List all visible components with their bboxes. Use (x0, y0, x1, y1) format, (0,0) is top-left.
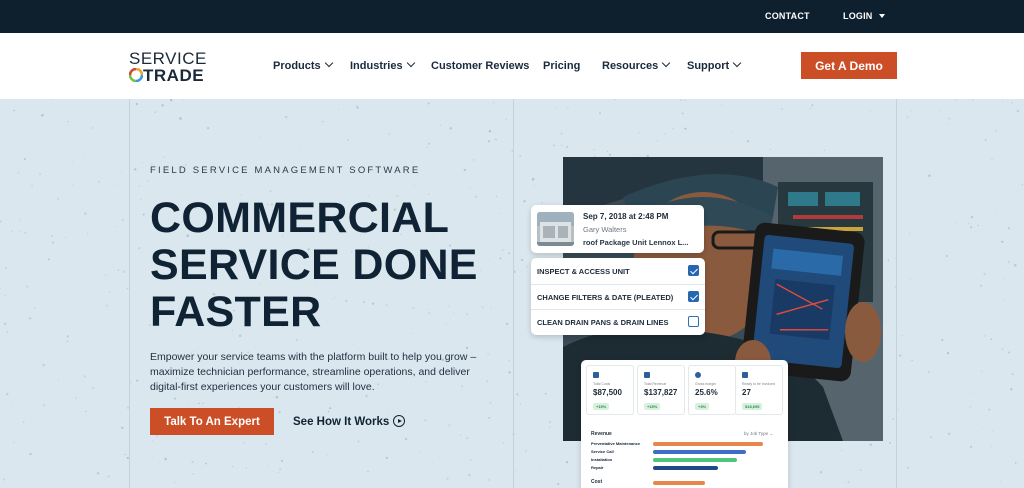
job-date: Sep 7, 2018 at 2:48 PM (583, 212, 669, 221)
nav-pricing[interactable]: Pricing (543, 60, 580, 72)
nav-industries-label: Industries (350, 60, 403, 72)
chevron-down-icon (662, 58, 671, 68)
checklist-item[interactable]: CLEAN DRAIN PANS & DRAIN LINES (531, 309, 705, 333)
grid-line (513, 99, 514, 488)
hero-headline: COMMERCIAL SERVICE DONE FASTER (150, 195, 510, 336)
revenue-row-label: Installation (591, 457, 613, 462)
metric-gross-margin: Gross margin 25.6% +3% (688, 365, 736, 415)
get-a-demo-button[interactable]: Get A Demo (801, 52, 897, 79)
top-utility-bar: CONTACT LOGIN (0, 0, 1024, 33)
logo-ring-icon (129, 68, 143, 82)
revenue-bar (653, 466, 718, 470)
task-checklist-card: INSPECT & ACCESS UNIT CHANGE FILTERS & D… (531, 258, 705, 335)
revenue-row-label: Preventative Maintenance (591, 441, 641, 446)
servicetrade-logo[interactable]: SERVICE TRADE (129, 49, 209, 85)
hero-eyebrow: FIELD SERVICE MANAGEMENT SOFTWARE (150, 165, 421, 176)
revenue-bar (653, 442, 764, 446)
headline-line-2: SERVICE DONE (150, 241, 478, 289)
checkbox[interactable] (688, 291, 699, 302)
grid-line (129, 99, 130, 488)
metric-badge: +15% (644, 403, 661, 410)
metric-ready-to-invoice: Ready to be Invoiced 27 $18,695 (735, 365, 783, 415)
hero-section: FIELD SERVICE MANAGEMENT SOFTWARE COMMER… (0, 99, 1024, 488)
logo-text-trade: TRADE (143, 66, 205, 85)
headline-line-1: COMMERCIAL (150, 194, 450, 242)
checkbox[interactable] (688, 316, 699, 327)
nav-industries[interactable]: Industries (350, 58, 415, 72)
nav-products-label: Products (273, 60, 321, 72)
revenue-bar (653, 450, 746, 454)
metric-value: $87,500 (593, 388, 622, 397)
metric-total-costs: Total Costs $87,500 +15% (586, 365, 634, 415)
metric-label: Total Costs (593, 382, 611, 386)
nav-resources[interactable]: Resources (602, 58, 671, 72)
nav-customer-reviews[interactable]: Customer Reviews (431, 60, 529, 72)
revenue-filter[interactable]: by Job Type ⌄ (744, 431, 773, 437)
contact-link[interactable]: CONTACT (765, 11, 810, 21)
metric-badge: $18,695 (742, 403, 763, 410)
nav-products[interactable]: Products (273, 58, 333, 72)
chevron-down-icon (732, 58, 742, 68)
nav-support[interactable]: Support (687, 58, 742, 72)
job-description: roof Package Unit Lennox L... (583, 238, 689, 247)
login-menu[interactable]: LOGIN (843, 11, 885, 21)
revenue-title: Revenue (591, 431, 612, 437)
analytics-dashboard-card: Total Costs $87,500 +15% Total Revenue $… (581, 360, 788, 488)
revenue-bar (653, 458, 737, 462)
metric-value: $137,827 (644, 388, 678, 397)
login-label: LOGIN (843, 11, 873, 21)
play-circle-icon (393, 415, 406, 427)
main-navigation: SERVICE TRADE Products Industries Custom… (0, 33, 1024, 99)
cost-bar (653, 481, 705, 485)
see-how-label: See How It Works (293, 416, 390, 428)
chevron-down-icon (324, 58, 333, 68)
metric-label: Ready to be Invoiced (742, 382, 775, 386)
checklist-label: CHANGE FILTERS & DATE (PLEATED) (537, 293, 674, 302)
metric-value: 27 (742, 388, 751, 397)
checklist-item[interactable]: CHANGE FILTERS & DATE (PLEATED) (531, 284, 705, 308)
revenue-row-label: Service Call (591, 449, 614, 454)
metric-label: Total Revenue (644, 382, 667, 386)
checklist-label: CLEAN DRAIN PANS & DRAIN LINES (537, 318, 669, 327)
revenue-filter-label: by Job Type (744, 431, 769, 436)
nav-support-label: Support (687, 60, 730, 72)
technician-name: Gary Walters (583, 225, 627, 234)
job-info-card: Sep 7, 2018 at 2:48 PM Gary Walters roof… (531, 205, 704, 253)
chevron-down-icon (406, 58, 415, 68)
checkbox[interactable] (688, 265, 699, 276)
equipment-thumbnail (537, 212, 574, 246)
revenue-row-label: Repair (591, 465, 604, 470)
checklist-item[interactable]: INSPECT & ACCESS UNIT (531, 259, 705, 283)
talk-to-expert-button[interactable]: Talk To An Expert (150, 408, 274, 435)
cost-title: Cost (591, 479, 603, 485)
metric-value: 25.6% (695, 388, 718, 397)
money-bag-icon (644, 372, 650, 378)
equipment-image (537, 212, 574, 246)
see-how-it-works-link[interactable]: See How It Works (293, 415, 406, 428)
grid-line (896, 99, 897, 488)
calculator-icon (593, 372, 599, 378)
metric-badge: +15% (593, 403, 610, 410)
hero-description: Empower your service teams with the plat… (150, 351, 477, 393)
invoice-icon (742, 372, 748, 378)
headline-line-3: FASTER (150, 288, 322, 336)
checklist-label: INSPECT & ACCESS UNIT (537, 267, 630, 276)
metric-label: Gross margin (695, 382, 717, 386)
pie-chart-icon (695, 372, 701, 378)
caret-down-icon (878, 14, 885, 18)
metric-total-revenue: Total Revenue $137,827 +15% (637, 365, 685, 415)
metric-badge: +3% (695, 403, 710, 410)
nav-resources-label: Resources (602, 60, 659, 72)
